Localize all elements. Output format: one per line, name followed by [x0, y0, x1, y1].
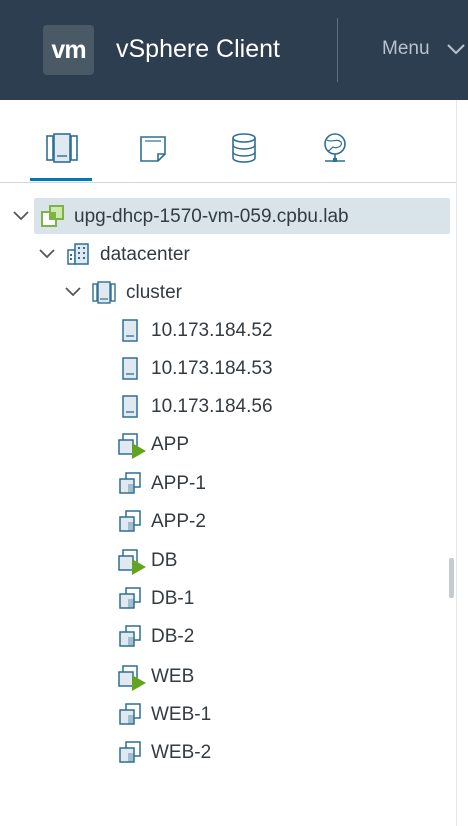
- tree-node-host[interactable]: 10.173.184.56: [0, 388, 456, 426]
- vm-icon: [119, 510, 141, 532]
- panel-border: [456, 100, 457, 826]
- tabs-divider: [0, 182, 456, 183]
- vmware-logo[interactable]: vm: [43, 25, 94, 75]
- app-header: vm vSphere Client Menu: [0, 0, 468, 100]
- vm-powered-on-icon: [118, 549, 146, 575]
- tree-node-label: upg-dhcp-1570-vm-059.cpbu.lab: [74, 206, 349, 227]
- tab-storage[interactable]: [212, 100, 274, 182]
- host-server-icon: [122, 395, 138, 418]
- cluster-icon: [92, 281, 116, 304]
- vm-powered-on-icon: [118, 433, 146, 459]
- vm-icon: [119, 703, 141, 725]
- chevron-down-icon[interactable]: [64, 285, 82, 299]
- menu-button[interactable]: Menu: [382, 37, 430, 61]
- tree-node-label: 10.173.184.52: [151, 320, 273, 341]
- tree-node-vm[interactable]: DB: [0, 542, 456, 580]
- tree-node-vm[interactable]: WEB: [0, 658, 456, 696]
- vcenter-icon: [41, 205, 64, 227]
- tree-node-vm[interactable]: WEB-1: [0, 696, 456, 734]
- app-title: vSphere Client: [116, 35, 280, 63]
- network-globe-icon: [324, 133, 346, 162]
- tree-node-host[interactable]: 10.173.184.52: [0, 312, 456, 350]
- tree-node-cluster[interactable]: cluster: [0, 274, 456, 312]
- tree-node-vm[interactable]: APP: [0, 426, 456, 464]
- tree-node-label: DB: [151, 550, 178, 571]
- vm-powered-on-icon: [118, 665, 146, 691]
- tree-node-label: WEB-1: [151, 704, 212, 725]
- hosts-clusters-icon: [46, 133, 78, 163]
- tree-node-vm[interactable]: APP-2: [0, 503, 456, 541]
- host-server-icon: [122, 319, 138, 342]
- header-divider: [337, 18, 338, 82]
- tab-hosts-and-clusters[interactable]: [30, 100, 92, 182]
- tree-node-label: DB-2: [151, 626, 195, 647]
- navigator-tabs: [0, 100, 456, 182]
- tree-node-label: APP-2: [151, 511, 206, 532]
- datacenter-icon: [67, 243, 89, 265]
- vm-icon: [119, 587, 141, 609]
- tree-node-label: cluster: [126, 282, 182, 303]
- tree-node-label: datacenter: [100, 244, 190, 265]
- vm-icon: [119, 741, 141, 763]
- chevron-down-icon[interactable]: [446, 42, 466, 56]
- tree-node-vm[interactable]: DB-2: [0, 618, 456, 656]
- tree-node-label: WEB: [151, 666, 195, 687]
- tab-vms-and-templates[interactable]: [121, 100, 183, 182]
- tree-node-vm[interactable]: APP-1: [0, 465, 456, 503]
- tree-node-host[interactable]: 10.173.184.53: [0, 350, 456, 388]
- tree-node-label: 10.173.184.56: [151, 396, 273, 417]
- vm-templates-icon: [140, 136, 166, 162]
- vm-icon: [119, 472, 141, 494]
- host-server-icon: [122, 357, 138, 380]
- tree-node-vm[interactable]: WEB-2: [0, 734, 456, 772]
- tree-node-vcenter[interactable]: upg-dhcp-1570-vm-059.cpbu.lab: [0, 198, 456, 236]
- tree-node-vm[interactable]: DB-1: [0, 580, 456, 618]
- tree-node-label: 10.173.184.53: [151, 358, 273, 379]
- chevron-down-icon[interactable]: [12, 209, 30, 223]
- vm-icon: [119, 625, 141, 647]
- tree-node-label: APP: [151, 434, 190, 455]
- tab-networking[interactable]: [303, 100, 365, 182]
- tree-node-label: APP-1: [151, 473, 206, 494]
- chevron-down-icon[interactable]: [38, 247, 56, 261]
- tree-node-datacenter[interactable]: datacenter: [0, 236, 456, 274]
- datastore-icon: [232, 133, 256, 163]
- tree-node-label: WEB-2: [151, 742, 212, 763]
- tree-node-label: DB-1: [151, 588, 195, 609]
- active-tab-indicator: [30, 178, 92, 181]
